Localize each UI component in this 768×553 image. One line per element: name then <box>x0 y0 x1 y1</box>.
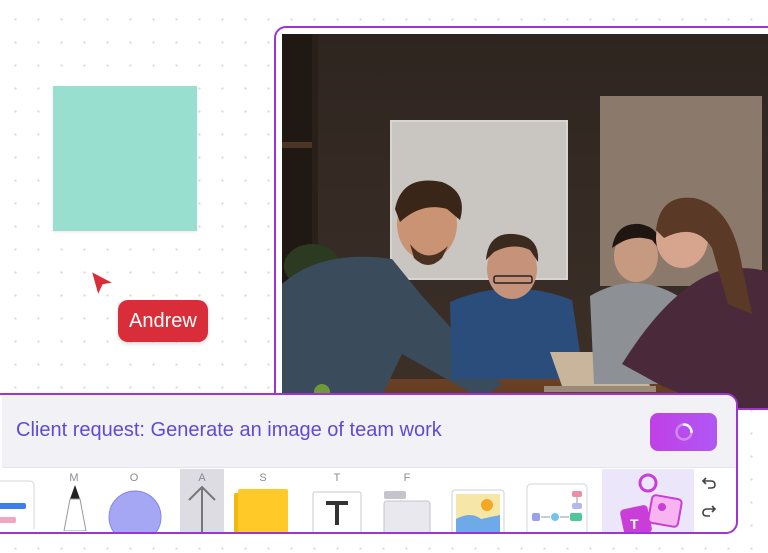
tool-text[interactable]: T <box>308 469 366 532</box>
tool-sticky-note[interactable]: S <box>232 469 294 532</box>
tool-frame[interactable]: F <box>376 469 438 532</box>
tool-shortcut-key: F <box>403 472 411 484</box>
circle-icon <box>108 490 162 532</box>
svg-text:T: T <box>630 516 639 532</box>
spinner-icon <box>675 423 693 441</box>
tool-ai-generate[interactable]: T <box>602 469 694 532</box>
marker-icon <box>63 485 87 531</box>
tool-flowchart[interactable] <box>524 469 590 532</box>
image-icon <box>451 489 505 532</box>
generated-team-work-image <box>282 34 768 408</box>
redo-button[interactable] <box>698 503 720 525</box>
collaborator-name-tag: Andrew <box>118 300 208 342</box>
undo-button[interactable] <box>698 475 720 497</box>
tool-image[interactable] <box>448 469 506 532</box>
arrow-up-icon <box>188 485 216 532</box>
flowchart-icon <box>526 483 588 532</box>
redo-icon <box>702 505 717 517</box>
tool-marker[interactable]: M <box>54 469 94 532</box>
tool-shortcut-key: M <box>69 472 79 484</box>
sticky-note[interactable] <box>53 86 197 231</box>
sticky-note-icon <box>234 489 288 532</box>
tool-bar: M O A S T F T <box>0 469 736 532</box>
prompt-input[interactable]: Client request: Generate an image of tea… <box>16 419 442 442</box>
tool-shortcut-key: O <box>129 472 139 484</box>
frame-icon <box>383 491 431 532</box>
ai-generation-panel: Client request: Generate an image of tea… <box>0 393 738 534</box>
prompt-bar: Client request: Generate an image of tea… <box>2 395 736 468</box>
tool-shortcut-key: A <box>198 472 206 484</box>
generated-image-frame[interactable] <box>274 26 768 410</box>
ai-generate-icon: T <box>620 473 683 532</box>
shapes-card-icon <box>0 480 35 529</box>
undo-icon <box>701 477 716 489</box>
text-icon <box>312 491 362 532</box>
collaborator-cursor-icon <box>90 270 115 297</box>
tool-circle[interactable]: O <box>104 469 164 532</box>
tool-shapes-card[interactable] <box>0 469 40 532</box>
generate-button[interactable] <box>650 413 717 451</box>
tool-shortcut-key: S <box>259 472 267 484</box>
tool-shortcut-key: T <box>333 472 341 484</box>
tool-arrow[interactable]: A <box>180 469 224 532</box>
